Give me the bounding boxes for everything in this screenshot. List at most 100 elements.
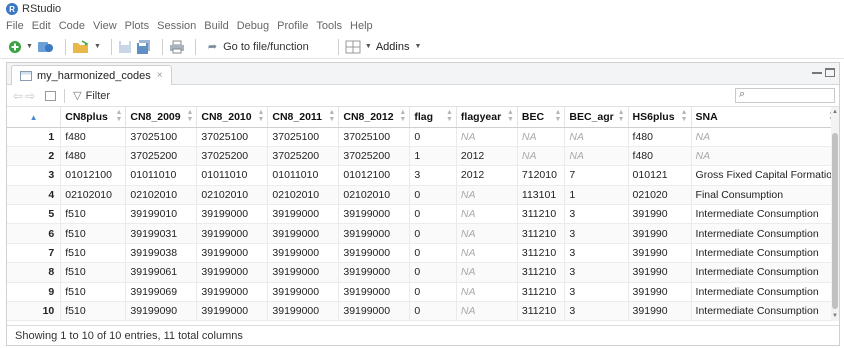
save-all-icon[interactable] xyxy=(136,39,152,55)
table-cell: 391990 xyxy=(628,223,692,244)
row-number-header[interactable]: ▲ xyxy=(7,107,62,128)
table-body: 1 f480 37025100 37025100 37025100 37025100 0 NA… xyxy=(7,127,839,321)
column-header[interactable]: flagyear ▲ ▼ xyxy=(456,107,518,128)
column-header[interactable]: flag ▲ ▼ xyxy=(409,107,457,128)
data-grid: ▲ CN8plus ▲ ▼ CN8_2009 ▲ ▼ CN8_2010 ▲ ▼ CN8_20… xyxy=(7,107,839,321)
table-cell: NA xyxy=(564,127,629,147)
row-number: 3 xyxy=(7,165,62,186)
open-file-icon[interactable] xyxy=(72,39,90,55)
search-input[interactable]: ⌕ xyxy=(735,88,835,103)
row-number: 8 xyxy=(7,262,62,283)
table-cell: 39199000 xyxy=(196,262,269,283)
table-cell: 1 xyxy=(564,185,629,206)
toolbar-divider xyxy=(161,38,163,55)
column-header[interactable]: HS6plus ▲ ▼ xyxy=(628,107,692,128)
table-cell: Intermediate Consumption xyxy=(691,301,839,321)
table-row: 10 f510 39199090 39199000 39199000 39199000 0 N… xyxy=(7,301,839,321)
menu-build[interactable]: Build xyxy=(204,20,228,32)
column-header-label: flagyear xyxy=(460,110,502,123)
back-arrow-icon[interactable]: ⇦ xyxy=(13,89,23,103)
close-icon[interactable]: × xyxy=(157,70,163,81)
table-cell: 02102010 xyxy=(125,185,198,206)
scroll-down-icon[interactable]: ▼ xyxy=(832,313,838,319)
menu-view[interactable]: View xyxy=(93,20,117,32)
funnel-icon: ▽ xyxy=(73,90,82,102)
new-project-icon[interactable] xyxy=(37,39,55,55)
row-number: 4 xyxy=(7,185,62,206)
chevron-down-icon[interactable]: ▼ xyxy=(365,39,372,55)
menu-help[interactable]: Help xyxy=(350,20,373,32)
forward-arrow-icon[interactable]: ⇨ xyxy=(25,89,35,103)
column-header-label: HS6plus xyxy=(632,110,675,123)
column-header[interactable]: CN8_2009 ▲ ▼ xyxy=(125,107,198,128)
table-cell: f480 xyxy=(628,146,692,167)
chevron-down-icon: ▼ xyxy=(414,43,422,50)
menu-debug[interactable]: Debug xyxy=(237,20,269,32)
table-cell: 3 xyxy=(564,262,629,283)
table-cell: Final Consumption xyxy=(691,185,839,206)
sort-icon: ▲▼ xyxy=(680,109,688,123)
filter-button[interactable]: ▽ Filter xyxy=(73,89,110,103)
table-cell: 311210 xyxy=(517,243,566,264)
sort-icon: ▲▼ xyxy=(617,109,625,123)
table-cell: 37025100 xyxy=(338,127,411,147)
menu-bar: File Edit Code View Plots Session Build … xyxy=(0,18,844,34)
table-cell: 010121 xyxy=(628,165,692,186)
table-cell: 39199000 xyxy=(267,223,340,244)
sort-ascending-icon: ▲ xyxy=(29,112,38,122)
column-header-label: flag xyxy=(414,110,434,123)
menu-session[interactable]: Session xyxy=(157,20,196,32)
go-to-label: Go to file/function xyxy=(223,40,309,53)
column-header[interactable]: BEC ▲ ▼ xyxy=(517,107,566,128)
table-cell: NA xyxy=(456,185,518,206)
table-cell: 37025200 xyxy=(196,146,269,167)
menu-edit[interactable]: Edit xyxy=(32,20,51,32)
toolbar-divider xyxy=(64,88,66,103)
new-file-icon[interactable] xyxy=(8,39,22,55)
toolbar-divider xyxy=(64,38,66,55)
vertical-scrollbar[interactable]: ▲ ▼ xyxy=(831,107,839,321)
scrollbar-thumb[interactable] xyxy=(832,133,838,309)
save-icon[interactable] xyxy=(118,39,132,55)
table-cell: 01011010 xyxy=(267,165,340,186)
table-cell: 0 xyxy=(409,204,457,225)
column-header[interactable]: CN8_2011 ▲ ▼ xyxy=(267,107,340,128)
table-cell: 02102010 xyxy=(60,185,127,206)
column-header[interactable]: CN8_2010 ▲ ▼ xyxy=(196,107,269,128)
go-to-file-function-input[interactable]: ➦ Go to file/function xyxy=(202,38,332,56)
column-header[interactable]: SNA▲▼ xyxy=(691,107,839,128)
table-cell: 37025100 xyxy=(196,127,269,147)
table-cell: NA xyxy=(517,127,566,147)
chevron-down-icon[interactable]: ▼ xyxy=(26,39,33,55)
table-cell: 02102010 xyxy=(267,185,340,206)
row-number: 10 xyxy=(7,301,62,321)
popout-window-icon[interactable] xyxy=(45,90,57,101)
column-header[interactable]: CN8plus ▲ ▼ xyxy=(60,107,127,128)
menu-file[interactable]: File xyxy=(6,20,24,32)
print-icon[interactable] xyxy=(169,39,185,55)
workspace-panes-icon[interactable] xyxy=(345,39,361,55)
table-cell: Gross Fixed Capital Formation xyxy=(691,165,839,186)
column-header-label: BEC_agr xyxy=(569,110,614,123)
table-cell: 1 xyxy=(409,146,457,167)
table-cell: 3 xyxy=(564,204,629,225)
maximize-icon[interactable] xyxy=(825,68,835,77)
table-cell: 311210 xyxy=(517,301,566,321)
menu-plots[interactable]: Plots xyxy=(125,20,149,32)
table-cell: 0 xyxy=(409,127,457,147)
table-cell: 712010 xyxy=(517,165,566,186)
menu-tools[interactable]: Tools xyxy=(316,20,342,32)
table-cell: 37025100 xyxy=(125,127,198,147)
menu-code[interactable]: Code xyxy=(59,20,85,32)
table-cell: 39199000 xyxy=(196,301,269,321)
addins-menu[interactable]: Addins ▼ xyxy=(376,41,422,53)
tab-my-harmonized-codes[interactable]: my_harmonized_codes × xyxy=(11,65,172,85)
chevron-down-icon[interactable]: ▼ xyxy=(94,39,101,55)
row-number: 6 xyxy=(7,223,62,244)
menu-profile[interactable]: Profile xyxy=(277,20,308,32)
table-cell: f510 xyxy=(60,262,127,283)
column-header[interactable]: CN8_2012 ▲ ▼ xyxy=(338,107,411,128)
scroll-up-icon[interactable]: ▲ xyxy=(832,109,838,115)
minimize-icon[interactable] xyxy=(812,71,822,74)
column-header[interactable]: BEC_agr ▲ ▼ xyxy=(564,107,629,128)
